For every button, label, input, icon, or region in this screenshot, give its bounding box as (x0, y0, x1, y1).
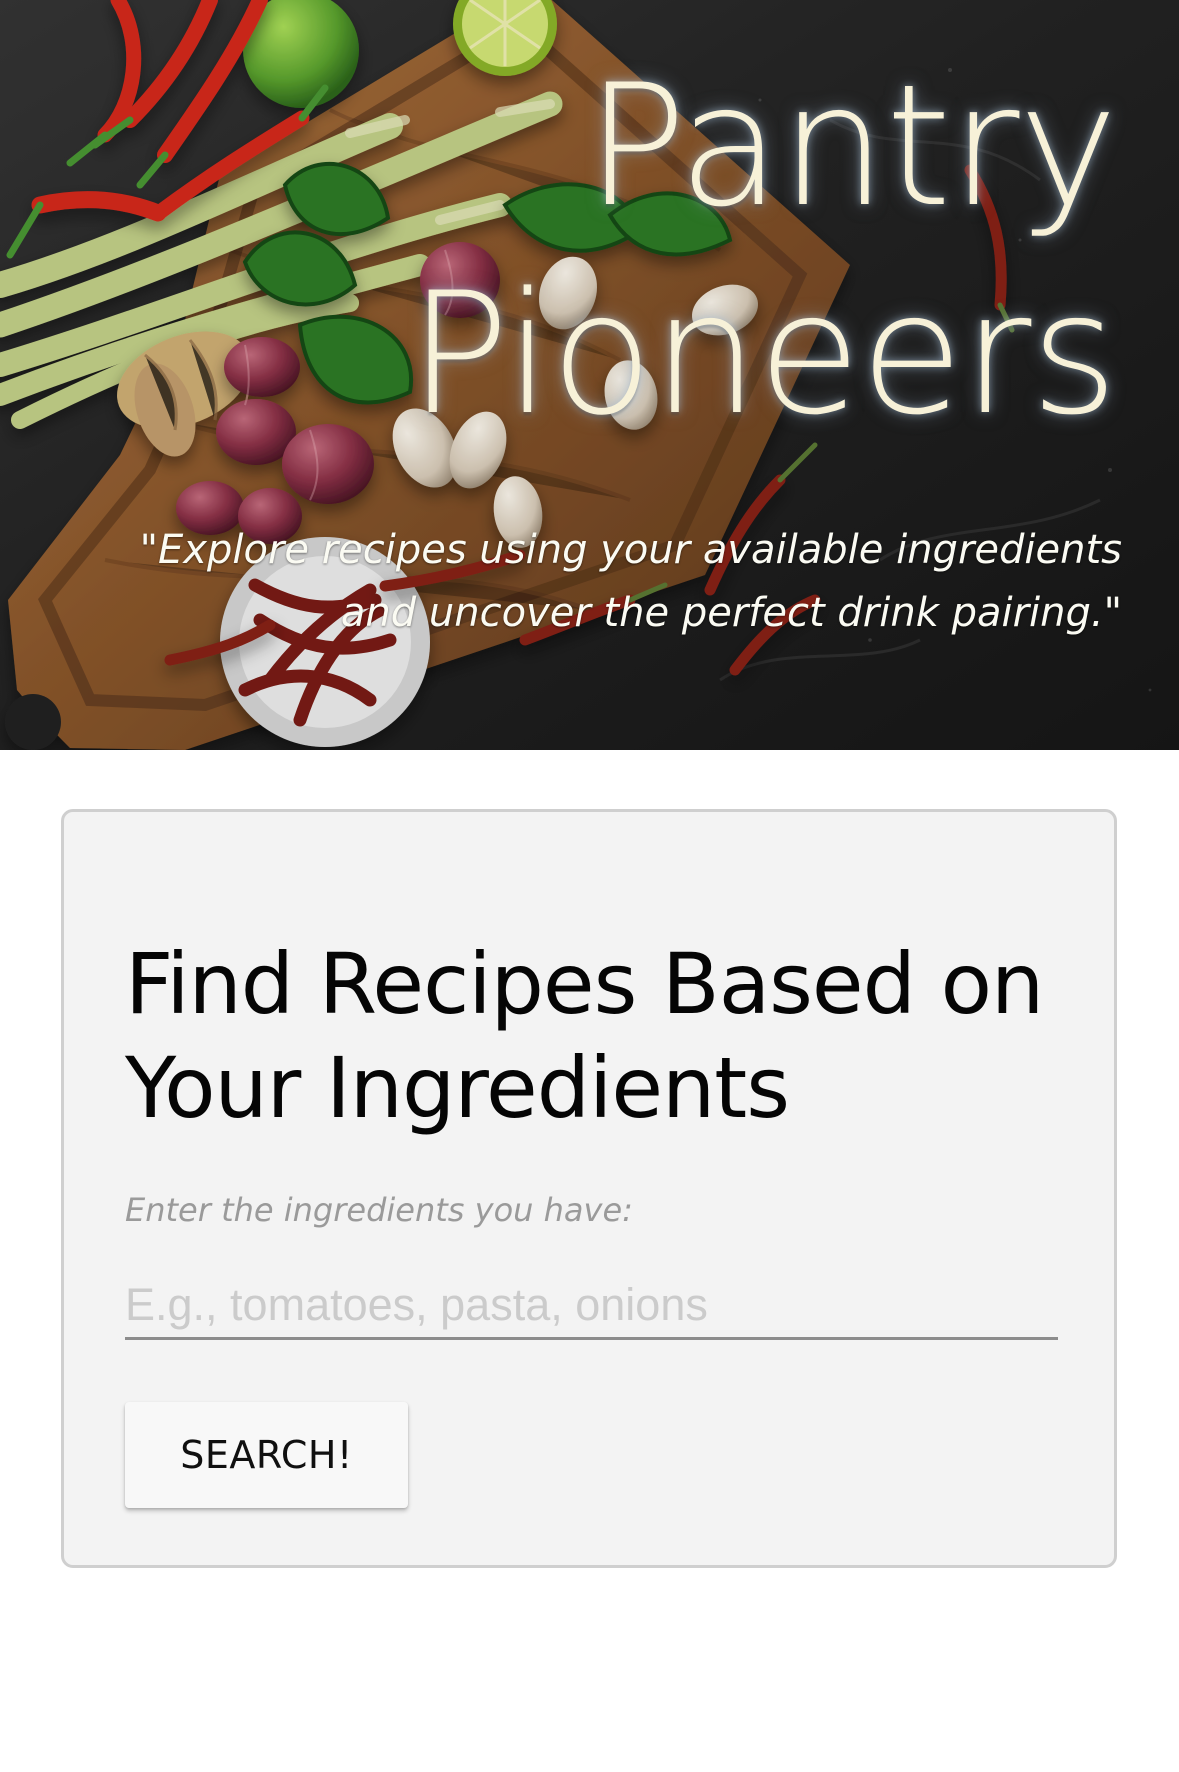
ingredients-label: Enter the ingredients you have: (125, 1191, 633, 1229)
search-button[interactable]: SEARCH! (125, 1402, 408, 1508)
hero-banner: Pantry Pioneers "Explore recipes using y… (0, 0, 1179, 750)
app-title-line-1: Pantry (585, 48, 1118, 244)
recipe-search-card: Find Recipes Based on Your Ingredients E… (61, 809, 1117, 1568)
ingredients-input[interactable] (125, 1273, 1058, 1340)
hero-tagline: "Explore recipes using your available in… (139, 527, 1122, 636)
app-title-line-2: Pioneers (408, 256, 1118, 452)
search-heading: Find Recipes Based on Your Ingredients (125, 935, 1044, 1137)
app-title: Pantry Pioneers (217, 42, 1118, 458)
